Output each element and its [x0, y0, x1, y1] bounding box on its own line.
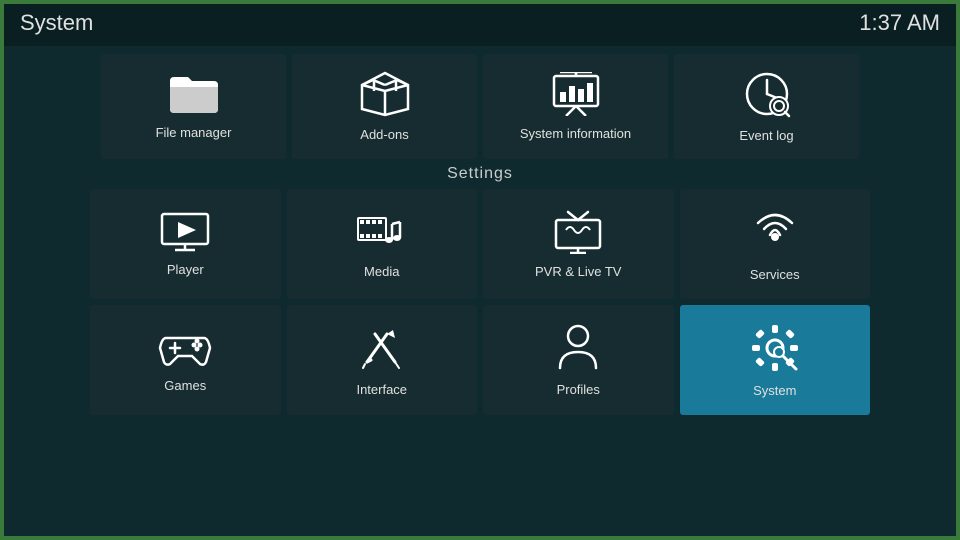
app-title: System [20, 10, 93, 36]
tile-player[interactable]: Player [90, 189, 281, 299]
event-log-icon [743, 70, 791, 118]
tile-system-information[interactable]: System information [483, 54, 668, 159]
tile-interface[interactable]: Interface [287, 305, 478, 415]
system-info-icon [550, 72, 602, 116]
tile-profiles-label: Profiles [557, 382, 600, 397]
top-tiles-row: File manager Add-ons [90, 54, 870, 159]
media-icon [356, 210, 408, 254]
interface-icon [357, 324, 407, 372]
tile-interface-label: Interface [356, 382, 407, 397]
tile-pvr-label: PVR & Live TV [535, 264, 621, 279]
pvr-icon [552, 210, 604, 254]
tile-player-label: Player [167, 262, 204, 277]
main-content: File manager Add-ons [0, 46, 960, 423]
tile-system-label: System [753, 383, 796, 398]
tile-add-ons-label: Add-ons [360, 127, 408, 142]
clock: 1:37 AM [859, 10, 940, 36]
tile-pvr-live-tv[interactable]: PVR & Live TV [483, 189, 674, 299]
system-icon [750, 323, 800, 373]
settings-section: Settings Player [90, 165, 870, 415]
tile-file-manager[interactable]: File manager [101, 54, 286, 159]
settings-grid: Player [90, 189, 870, 415]
services-icon [750, 207, 800, 257]
tile-system[interactable]: System [680, 305, 871, 415]
tile-add-ons[interactable]: Add-ons [292, 54, 477, 159]
tile-event-log[interactable]: Event log [674, 54, 859, 159]
tile-file-manager-label: File manager [156, 125, 232, 140]
tile-profiles[interactable]: Profiles [483, 305, 674, 415]
tile-games-label: Games [164, 378, 206, 393]
tile-event-log-label: Event log [739, 128, 793, 143]
tile-services-label: Services [750, 267, 800, 282]
tile-media-label: Media [364, 264, 399, 279]
addons-icon [360, 71, 410, 117]
player-icon [160, 212, 210, 252]
profiles-icon [556, 324, 600, 372]
top-bar: System 1:37 AM [0, 0, 960, 46]
tile-services[interactable]: Services [680, 189, 871, 299]
tile-games[interactable]: Games [90, 305, 281, 415]
settings-label: Settings [447, 165, 513, 183]
tile-media[interactable]: Media [287, 189, 478, 299]
games-icon [158, 328, 212, 368]
tile-system-information-label: System information [520, 126, 631, 141]
folder-icon [168, 73, 220, 115]
